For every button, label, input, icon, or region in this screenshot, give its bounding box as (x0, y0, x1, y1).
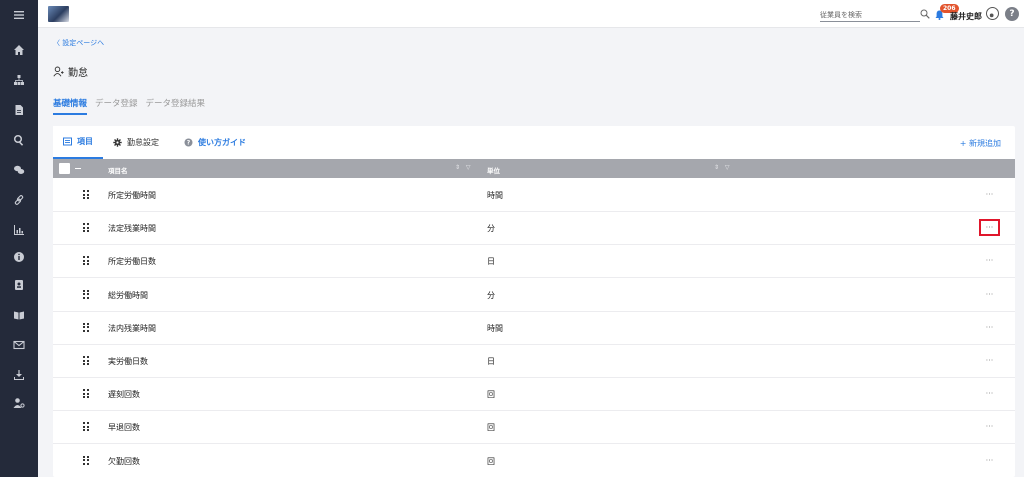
drag-handle-icon[interactable] (83, 322, 89, 332)
cell-item-name: 実労働日数 (108, 357, 148, 366)
table-row[interactable]: 遅刻回数 回 ··· (53, 378, 1015, 412)
user-settings-icon[interactable] (0, 391, 38, 415)
page-tabs: 基礎情報 データ登録 データ登録結果 (53, 97, 205, 115)
bulk-action-dash[interactable] (75, 168, 81, 169)
table-row[interactable]: 法内残業時間 時間 ··· (53, 312, 1015, 345)
drag-handle-icon[interactable] (83, 422, 89, 432)
user-add-icon (53, 66, 64, 77)
items-card: 項目 勤怠設定 ? 使い方ガイド + 新規追加 項目名 ⇕ ▽ 単位 ⇕ ▽ 所… (53, 126, 1015, 477)
table-row[interactable]: 早退回数 回 ··· (53, 411, 1015, 445)
subtab-usage-guide[interactable]: ? 使い方ガイド (184, 126, 246, 159)
more-options-button[interactable]: ··· (979, 418, 1000, 435)
more-options-button[interactable]: ··· (979, 319, 1000, 336)
question-circle-icon: ? (184, 138, 193, 147)
cell-item-name: 所定労働日数 (108, 257, 156, 267)
info-icon[interactable] (0, 245, 38, 269)
subtab-items[interactable]: 項目 (53, 126, 103, 159)
drag-handle-icon[interactable] (83, 455, 89, 465)
list-icon (63, 137, 72, 146)
more-options-button[interactable]: ··· (979, 219, 1000, 237)
cell-unit: 回 (487, 390, 495, 400)
cell-unit: 分 (487, 290, 495, 300)
employee-search-input[interactable] (820, 9, 920, 22)
more-options-button[interactable]: ··· (979, 252, 1000, 269)
cell-unit: 時間 (487, 191, 503, 200)
cell-item-name: 法内残業時間 (108, 323, 156, 333)
home-icon[interactable] (0, 38, 38, 62)
mail-icon[interactable] (0, 333, 38, 357)
cell-unit: 日 (487, 257, 495, 267)
tab-registration-results[interactable]: データ登録結果 (146, 97, 206, 115)
card-subtabs: 項目 勤怠設定 ? 使い方ガイド (53, 126, 1015, 159)
drag-handle-icon[interactable] (83, 389, 89, 399)
cell-item-name: 遅刻回数 (108, 390, 140, 400)
cell-item-name: 法定残業時間 (108, 224, 156, 234)
table-row[interactable]: 法定残業時間 分 ··· (53, 212, 1015, 246)
column-header-name[interactable]: 項目名 (108, 165, 128, 175)
drag-handle-icon[interactable] (83, 289, 89, 299)
tab-data-registration[interactable]: データ登録 (95, 97, 138, 115)
cell-item-name: 早退回数 (108, 423, 140, 433)
more-options-button[interactable]: ··· (979, 452, 1000, 469)
more-options-button[interactable]: ··· (979, 186, 1000, 203)
company-logo[interactable] (48, 6, 69, 22)
document-icon[interactable] (0, 98, 38, 122)
subtab-attendance-settings-label: 勤怠設定 (127, 138, 159, 147)
org-chart-icon[interactable] (0, 68, 38, 92)
subtab-attendance-settings[interactable]: 勤怠設定 (113, 126, 159, 159)
search-icon[interactable] (920, 9, 930, 19)
contact-card-icon[interactable] (0, 273, 38, 297)
cell-unit: 時間 (487, 323, 503, 333)
cell-unit: 日 (487, 357, 495, 366)
subtab-items-label: 項目 (77, 137, 93, 146)
download-icon[interactable] (0, 363, 38, 387)
more-options-button[interactable]: ··· (979, 352, 1000, 369)
chart-icon[interactable] (0, 218, 38, 242)
more-options-button[interactable]: ··· (979, 286, 1000, 303)
subtab-usage-guide-label: 使い方ガイド (198, 138, 246, 147)
table-row[interactable]: 所定労働日数 日 ··· (53, 245, 1015, 279)
drag-handle-icon[interactable] (83, 190, 89, 199)
drag-handle-icon[interactable] (83, 223, 89, 233)
menu-icon[interactable] (0, 3, 38, 27)
sort-filter-icon[interactable]: ⇕ ▽ (714, 164, 732, 171)
sidebar (0, 0, 38, 477)
cell-unit: 分 (487, 224, 495, 234)
table-row[interactable]: 実労働日数 日 ··· (53, 345, 1015, 378)
chat-icon[interactable] (0, 158, 38, 182)
book-icon[interactable] (0, 303, 38, 327)
sort-filter-icon[interactable]: ⇕ ▽ (455, 164, 473, 171)
search-icon[interactable] (0, 128, 38, 152)
page-title: 勤怠 (53, 64, 88, 79)
more-options-button[interactable]: ··· (979, 385, 1000, 402)
cell-unit: 回 (487, 456, 495, 466)
table-row[interactable]: 欠勤回数 回 ··· (53, 445, 1015, 477)
user-name[interactable]: 藤井史郎 (950, 11, 982, 22)
tab-basic-info[interactable]: 基礎情報 (53, 97, 88, 115)
table-row[interactable]: 所定労働時間 時間 ··· (53, 179, 1015, 212)
back-to-settings-link[interactable]: 〈 設定ページへ (53, 38, 104, 48)
cell-item-name: 総労働時間 (108, 290, 148, 300)
page-title-text: 勤怠 (68, 68, 88, 79)
table-header: 項目名 ⇕ ▽ 単位 ⇕ ▽ (53, 159, 1015, 178)
link-icon[interactable] (0, 188, 38, 212)
column-header-unit[interactable]: 単位 (487, 165, 500, 175)
table-row[interactable]: 総労働時間 分 ··· (53, 279, 1015, 312)
cell-unit: 回 (487, 423, 495, 433)
select-all-checkbox[interactable] (59, 163, 70, 174)
drag-handle-icon[interactable] (83, 256, 89, 266)
gear-icon (113, 138, 122, 147)
top-header: 206 藤井史郎 ? (38, 0, 1024, 28)
cell-item-name: 所定労働時間 (108, 191, 156, 200)
svg-text:?: ? (187, 140, 191, 147)
help-icon[interactable]: ? (1005, 7, 1019, 21)
cell-item-name: 欠勤回数 (108, 456, 140, 466)
add-new-item-button[interactable]: + 新規追加 (960, 138, 1001, 149)
drag-handle-icon[interactable] (83, 356, 89, 365)
user-avatar-icon[interactable] (986, 7, 999, 20)
